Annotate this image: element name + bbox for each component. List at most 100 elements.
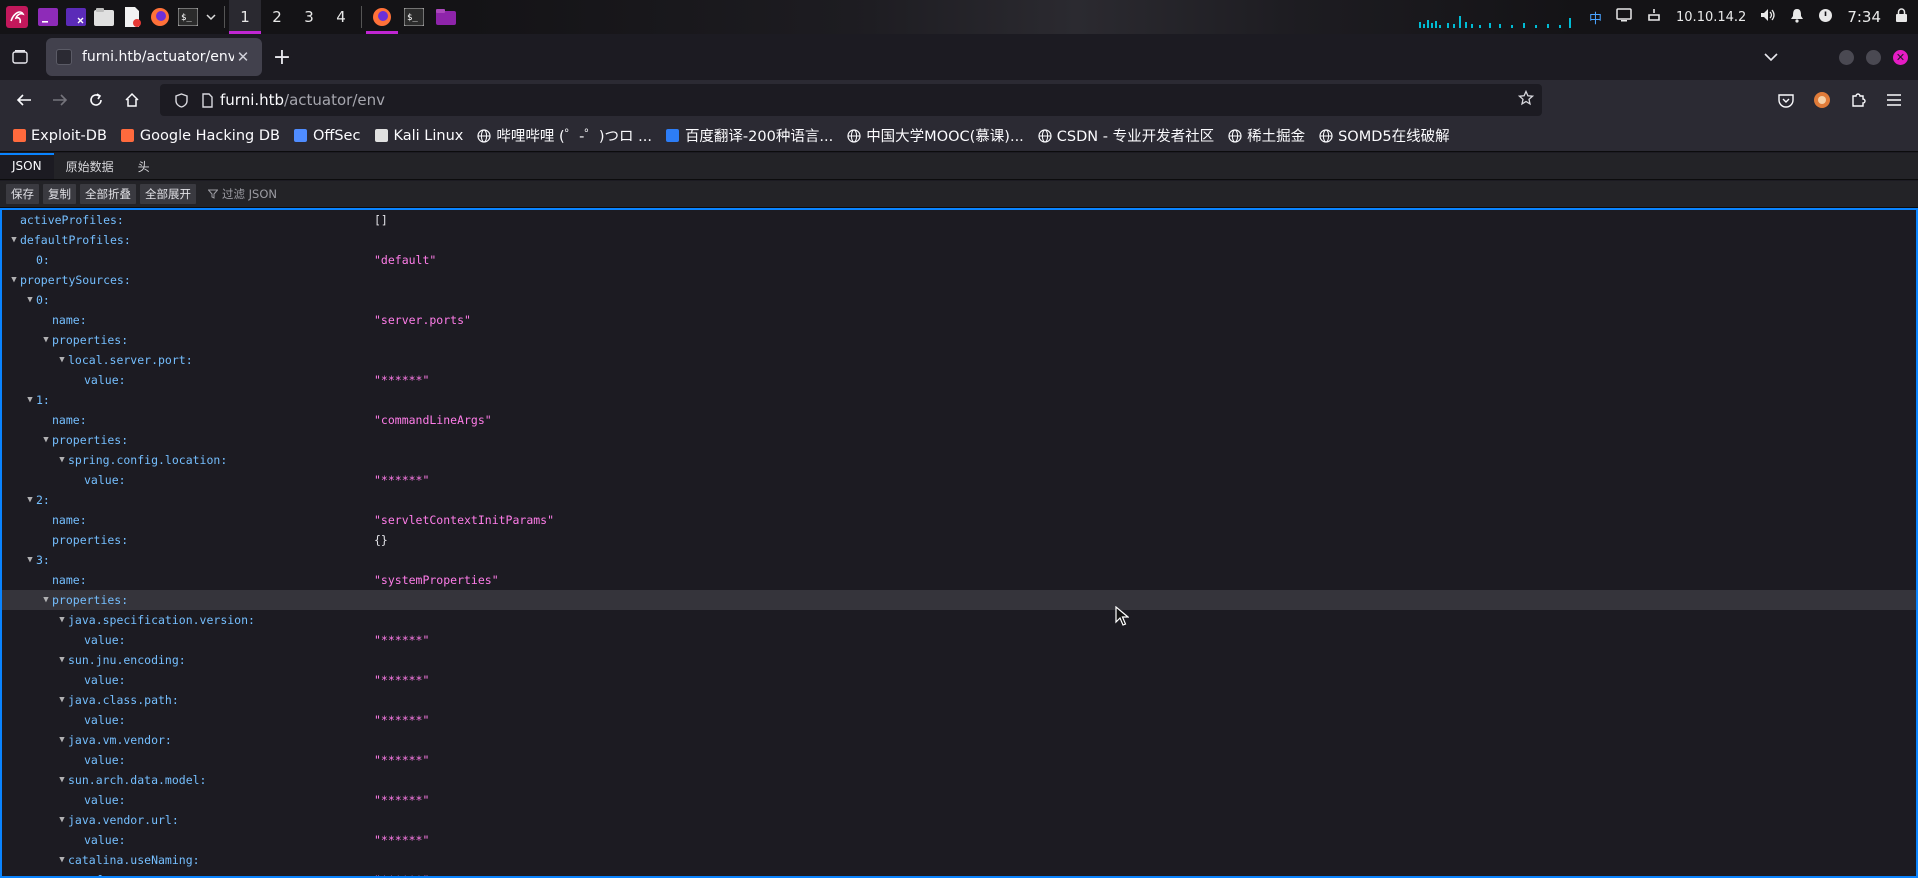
- reload-button[interactable]: [78, 84, 114, 116]
- json-tree-row[interactable]: ▼ spring.config.location:: [2, 450, 1916, 470]
- expand-toggle-icon[interactable]: ▼: [24, 555, 36, 565]
- extension-avatar-icon[interactable]: [1804, 84, 1840, 116]
- json-tree-row[interactable]: ▼ sun.arch.data.model:: [2, 770, 1916, 790]
- json-tree-row[interactable]: ▼ sun.jnu.encoding:: [2, 650, 1916, 670]
- bookmark-item[interactable]: 百度翻译-200种语言...: [666, 125, 833, 146]
- expand-toggle-icon[interactable]: ▼: [56, 735, 68, 745]
- bookmark-star-icon[interactable]: [1517, 89, 1535, 110]
- expand-toggle-icon[interactable]: ▼: [56, 695, 68, 705]
- maximize-window-button[interactable]: [1866, 49, 1881, 65]
- tracking-protection-shield-icon[interactable]: [168, 92, 194, 108]
- page-info-icon[interactable]: [194, 92, 220, 108]
- tab-raw-data[interactable]: 原始数据: [54, 153, 126, 179]
- display-icon[interactable]: [1616, 8, 1632, 26]
- expand-toggle-icon[interactable]: ▼: [24, 495, 36, 505]
- expand-all-button[interactable]: 全部展开: [140, 184, 196, 204]
- bookmark-item[interactable]: Kali Linux: [374, 128, 463, 144]
- extensions-puzzle-icon[interactable]: [1840, 84, 1876, 116]
- json-tree-row[interactable]: ▼ java.vm.vendor:: [2, 730, 1916, 750]
- bookmark-item[interactable]: Google Hacking DB: [121, 128, 280, 144]
- chevron-down-icon[interactable]: [202, 0, 220, 34]
- json-tree-row[interactable]: ▼ defaultProfiles:: [2, 230, 1916, 250]
- new-tab-button[interactable]: +: [262, 38, 302, 76]
- folder-icon[interactable]: [430, 0, 462, 34]
- expand-toggle-icon[interactable]: ▼: [8, 235, 20, 245]
- json-tree-row[interactable]: ▼ properties:: [2, 590, 1916, 610]
- clock[interactable]: 7:34: [1847, 8, 1881, 26]
- workspace-2[interactable]: 2: [261, 0, 293, 34]
- json-tree-row[interactable]: ▼ propertySources:: [2, 270, 1916, 290]
- expand-toggle-icon[interactable]: ▼: [56, 455, 68, 465]
- bell-icon[interactable]: [1790, 8, 1804, 27]
- expand-toggle-icon[interactable]: ▼: [40, 435, 52, 445]
- json-value: {}: [374, 533, 388, 547]
- bookmark-item[interactable]: SOMD5在线破解: [1319, 125, 1450, 146]
- pocket-icon[interactable]: [1768, 84, 1804, 116]
- firefox-icon[interactable]: [366, 0, 398, 34]
- json-tree-row[interactable]: ▼ catalina.useNaming:: [2, 850, 1916, 870]
- expand-toggle-icon[interactable]: ▼: [8, 275, 20, 285]
- back-button[interactable]: [6, 84, 42, 116]
- terminal-icon[interactable]: $_: [174, 0, 202, 34]
- json-tree-row[interactable]: ▼ properties:: [2, 430, 1916, 450]
- bookmark-item[interactable]: 中国大学MOOC(慕课)...: [847, 125, 1024, 146]
- workspace-4[interactable]: 4: [325, 0, 357, 34]
- close-tab-icon[interactable]: ✕: [234, 48, 252, 66]
- expand-toggle-icon[interactable]: ▼: [40, 595, 52, 605]
- url-bar[interactable]: furni.htb/actuator/env: [160, 84, 1542, 116]
- close-window-button[interactable]: ✕: [1893, 49, 1908, 65]
- input-method-indicator[interactable]: 中: [1589, 8, 1602, 27]
- workspace-1[interactable]: 1: [229, 0, 261, 34]
- terminal-icon[interactable]: [34, 0, 62, 34]
- json-tree-row[interactable]: ▼ java.class.path:: [2, 690, 1916, 710]
- bookmark-item[interactable]: CSDN - 专业开发者社区: [1038, 125, 1214, 146]
- terminal-alt-icon[interactable]: [62, 0, 90, 34]
- expand-toggle-icon[interactable]: ▼: [56, 855, 68, 865]
- json-tree-row[interactable]: ▼ properties:: [2, 330, 1916, 350]
- expand-toggle-icon[interactable]: ▼: [40, 335, 52, 345]
- filter-json-input[interactable]: 过滤 JSON: [208, 186, 277, 202]
- file-manager-icon[interactable]: [90, 0, 118, 34]
- tab-json[interactable]: JSON: [0, 153, 54, 179]
- json-tree-row[interactable]: ▼ 2:: [2, 490, 1916, 510]
- forward-button[interactable]: [42, 84, 78, 116]
- tab-overview-icon[interactable]: [0, 34, 40, 80]
- bookmark-item[interactable]: 哔哩哔哩 (゜-゜)つロ ...: [477, 125, 652, 146]
- browser-tab-active[interactable]: furni.htb/actuator/env ✕: [46, 38, 262, 76]
- expand-toggle-icon[interactable]: ▼: [24, 295, 36, 305]
- copy-button[interactable]: 复制: [43, 184, 76, 204]
- expand-toggle-icon[interactable]: ▼: [56, 355, 68, 365]
- expand-toggle-icon[interactable]: ▼: [24, 395, 36, 405]
- bookmark-item[interactable]: 稀土掘金: [1228, 125, 1305, 146]
- json-key: ▼ properties:: [2, 593, 128, 607]
- power-icon[interactable]: [1818, 8, 1833, 27]
- json-tree-row[interactable]: ▼ java.vendor.url:: [2, 810, 1916, 830]
- firefox-icon[interactable]: [146, 0, 174, 34]
- terminal-icon[interactable]: $_: [398, 0, 430, 34]
- json-tree-row[interactable]: ▼ local.server.port:: [2, 350, 1916, 370]
- json-tree-row[interactable]: ▼ 3:: [2, 550, 1916, 570]
- save-button[interactable]: 保存: [6, 184, 39, 204]
- json-tree-row[interactable]: ▼ 1:: [2, 390, 1916, 410]
- list-all-tabs-chevron-icon[interactable]: [1753, 41, 1789, 73]
- home-button[interactable]: [114, 84, 150, 116]
- expand-toggle-icon[interactable]: ▼: [56, 615, 68, 625]
- expand-toggle-icon[interactable]: ▼: [56, 655, 68, 665]
- workspace-3[interactable]: 3: [293, 0, 325, 34]
- volume-icon[interactable]: [1760, 8, 1776, 26]
- tab-headers[interactable]: 头: [126, 153, 162, 179]
- json-tree-row[interactable]: ▼ java.specification.version:: [2, 610, 1916, 630]
- text-editor-icon[interactable]: [118, 0, 146, 34]
- json-key: ▼ java.specification.version:: [2, 613, 255, 627]
- minimize-window-button[interactable]: [1839, 49, 1854, 65]
- kali-dragon-icon[interactable]: [0, 0, 34, 34]
- bookmark-item[interactable]: Exploit-DB: [12, 128, 107, 144]
- expand-toggle-icon[interactable]: ▼: [56, 815, 68, 825]
- json-tree-row[interactable]: ▼ 0:: [2, 290, 1916, 310]
- lock-icon[interactable]: [1895, 7, 1908, 27]
- bookmark-item[interactable]: OffSec: [294, 128, 360, 144]
- network-icon[interactable]: [1646, 7, 1662, 27]
- expand-toggle-icon[interactable]: ▼: [56, 775, 68, 785]
- collapse-all-button[interactable]: 全部折叠: [80, 184, 136, 204]
- hamburger-menu-icon[interactable]: [1876, 84, 1912, 116]
